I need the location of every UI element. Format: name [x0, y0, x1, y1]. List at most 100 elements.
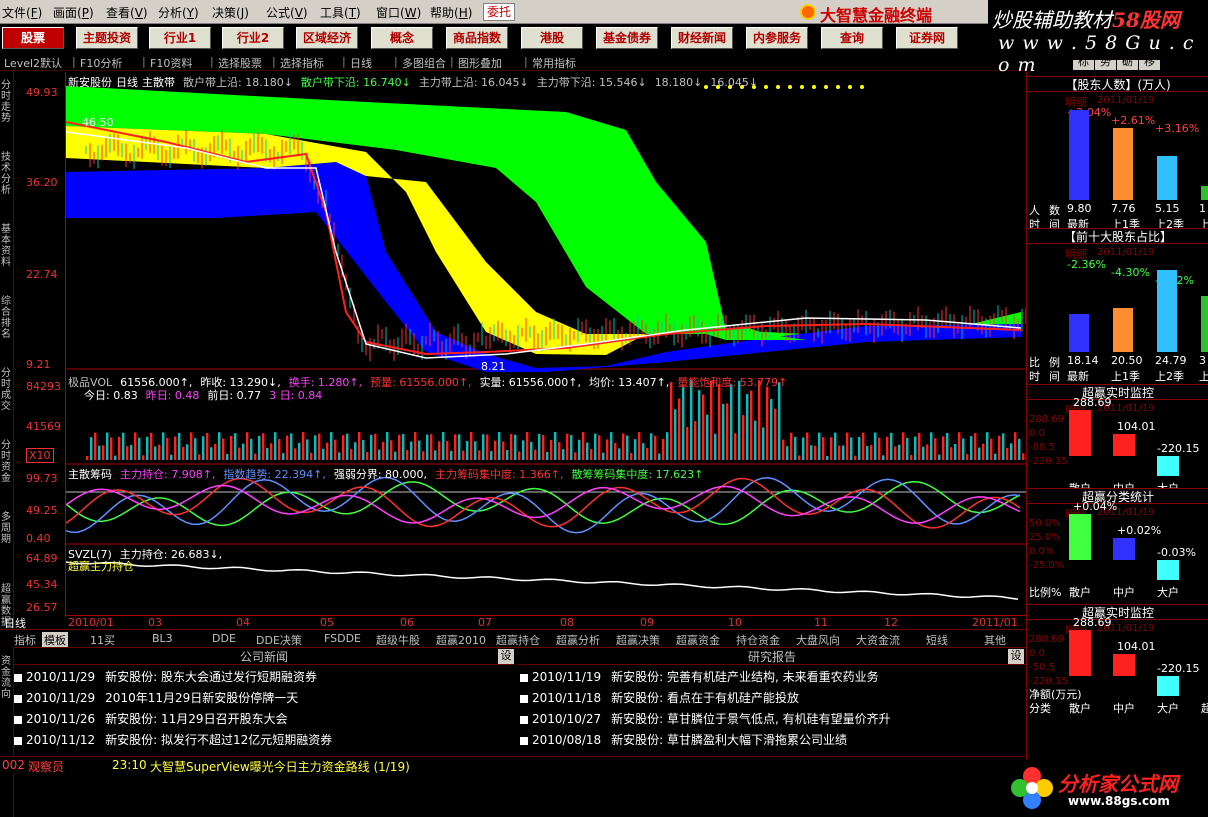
bottom-tab-9[interactable]: 超赢持仓 — [496, 632, 540, 648]
research-row[interactable]: 2010/10/27 新安股份: 草甘膦位于景气低点, 有机硅有望量价齐升 — [520, 710, 891, 727]
nav-button-11[interactable]: 查询 — [821, 27, 883, 49]
nav-button-1[interactable]: 主题投资 — [76, 27, 138, 49]
side-bar-value: 3 — [1199, 354, 1206, 367]
nav-button-3[interactable]: 行业2 — [222, 27, 284, 49]
left-tab-8[interactable]: 资金流向 — [1, 656, 13, 700]
side-row-label: 时 — [1029, 370, 1040, 383]
left-tab-0[interactable]: 分时走势 — [1, 80, 13, 124]
research-row[interactable]: 2010/11/19 新安股份: 完善有机硅产业结构, 未来看重农药业务 — [520, 668, 879, 685]
chart-area[interactable]: 新安股份 日线 主散带 散户带上沿: 18.180↓ 散户带下沿: 16.740↓ 主力带… — [66, 72, 1026, 617]
side-row-label: 比例% — [1029, 586, 1062, 599]
menu-item-2[interactable]: 查看(V) — [106, 4, 148, 21]
weituo-button[interactable]: 委托 — [483, 3, 515, 21]
side-row-label: 间 — [1049, 370, 1060, 383]
bottom-tab-1[interactable]: 模板 — [42, 632, 68, 648]
nav-button-4[interactable]: 区域经济 — [296, 27, 358, 49]
period-label[interactable]: 日线 — [0, 615, 66, 630]
bottom-tab-0[interactable]: 指标 — [14, 632, 36, 648]
bottom-tab-10[interactable]: 超赢分析 — [556, 632, 600, 648]
y-label-svzl: 64.89 — [26, 552, 58, 565]
bottom-tab-12[interactable]: 超赢资金 — [676, 632, 720, 648]
status-ticker[interactable]: 大智慧SuperView曝光今日主力资金路线 (1/19) — [150, 758, 410, 775]
nav-button-7[interactable]: 港股 — [521, 27, 583, 49]
bottom-tab-6[interactable]: FSDDE — [324, 632, 361, 645]
bottom-tab-4[interactable]: DDE — [212, 632, 236, 645]
left-tab-2[interactable]: 基本资料 — [1, 224, 13, 268]
bottom-tab-11[interactable]: 超赢决策 — [616, 632, 660, 648]
menu-item-4[interactable]: 决策(J) — [212, 4, 249, 21]
nav-button-5[interactable]: 概念 — [371, 27, 433, 49]
menu-item-1[interactable]: 画面(P) — [53, 4, 94, 21]
volume-bar — [546, 451, 549, 460]
bottom-tab-17[interactable]: 其他 — [984, 632, 1006, 648]
toolbar-item-6[interactable]: 多图组合 — [402, 55, 446, 71]
toolbar-item-0[interactable]: Level2默认 — [4, 55, 62, 71]
left-tab-1[interactable]: 技术分析 — [1, 152, 13, 196]
toolbar-item-8[interactable]: 常用指标 — [532, 55, 576, 71]
left-tab-6[interactable]: 多周期 — [1, 512, 13, 545]
bottom-tab-3[interactable]: BL3 — [152, 632, 173, 645]
bottom-tab-14[interactable]: 大盘风向 — [796, 632, 840, 648]
nav-button-0[interactable]: 股票 — [2, 27, 64, 49]
left-tab-5[interactable]: 分时资金 — [1, 440, 13, 484]
volume-legend-item: 预量: 61556.000↑, — [370, 376, 472, 389]
bottom-tab-2[interactable]: 11买 — [90, 632, 115, 648]
research-date: 2010/10/27 — [532, 712, 602, 726]
toolbar-item-5[interactable]: 日线 — [350, 55, 372, 71]
company-news-row[interactable]: 2010/11/29 新安股份: 股东大会通过发行短期融资券 — [14, 668, 317, 685]
nav-button-10[interactable]: 内参服务 — [746, 27, 808, 49]
bottom-tab-5[interactable]: DDE决策 — [256, 632, 302, 648]
side-pct: +2.61% — [1111, 114, 1156, 127]
menu-item-8[interactable]: 帮助(H) — [430, 4, 472, 21]
volume-bar — [582, 432, 585, 460]
side-axis-label: 288.69 — [1029, 634, 1064, 645]
volume-bar — [778, 382, 781, 460]
research-row[interactable]: 2010/08/18 新安股份: 草甘膦盈利大幅下滑拖累公司业绩 — [520, 731, 847, 748]
bottom-tab-8[interactable]: 超赢2010 — [436, 632, 486, 648]
menu-item-6[interactable]: 工具(T) — [320, 4, 361, 21]
left-tab-3[interactable]: 综合排名 — [1, 296, 13, 340]
volume-bar — [934, 438, 937, 460]
bottom-tab-16[interactable]: 短线 — [926, 632, 948, 648]
toolbar-item-2[interactable]: F10资料 — [150, 55, 192, 71]
signal-dot — [800, 85, 804, 89]
bottom-tab-7[interactable]: 超级牛股 — [376, 632, 420, 648]
toolbar-item-7[interactable]: 图形叠加 — [458, 55, 502, 71]
volume-bar — [598, 435, 601, 460]
left-tab-4[interactable]: 分时成交 — [1, 368, 13, 412]
toolbar-item-1[interactable]: F10分析 — [80, 55, 122, 71]
chart-svg[interactable] — [66, 72, 1026, 617]
company-news-settings-button[interactable]: 设 — [498, 649, 514, 664]
volume-bar — [174, 436, 177, 460]
company-news-row[interactable]: 2010/11/12 新安股份: 拟发行不超过12亿元短期融资券 — [14, 731, 332, 748]
side-category-label: 大户 — [1157, 586, 1179, 599]
research-settings-button[interactable]: 设 — [1008, 649, 1024, 664]
status-viewer[interactable]: 观察员 — [28, 758, 64, 775]
bottom-tab-15[interactable]: 大资金流 — [856, 632, 900, 648]
y-label-volume: X10 — [26, 448, 54, 463]
side-bar-value: -220.15 — [1157, 662, 1200, 675]
toolbar-item-4[interactable]: 选择指标 — [280, 55, 324, 71]
nav-button-6[interactable]: 商品指数 — [446, 27, 508, 49]
research-row[interactable]: 2010/11/18 新安股份: 看点在于有机硅产能投放 — [520, 689, 799, 706]
side-bar — [1113, 308, 1133, 352]
bottom-tab-13[interactable]: 持仓资金 — [736, 632, 780, 648]
side-category-label: 散户 — [1069, 702, 1091, 715]
side-p5-title: 超赢实时监控 — [1027, 604, 1208, 620]
toolbar-item-3[interactable]: 选择股票 — [218, 55, 262, 71]
company-news-row[interactable]: 2010/11/26 新安股份: 11月29日召开股东大会 — [14, 710, 288, 727]
main-legend: 新安股份 日线 主散带 散户带上沿: 18.180↓ 散户带下沿: 16.740↓ 主力带… — [68, 74, 766, 90]
menu-item-5[interactable]: 公式(V) — [266, 4, 308, 21]
nav-button-8[interactable]: 基金债券 — [596, 27, 658, 49]
company-news-row[interactable]: 2010/11/29 2010年11月29日新安股份停牌一天 — [14, 689, 298, 706]
menu-item-7[interactable]: 窗口(W) — [376, 4, 421, 21]
menu-item-key: Y — [186, 6, 195, 20]
nav-button-12[interactable]: 证券网 — [896, 27, 958, 49]
nav-button-9[interactable]: 财经新闻 — [671, 27, 733, 49]
menu-item-3[interactable]: 分析(Y) — [158, 4, 199, 21]
volume-bar — [622, 433, 625, 460]
menu-item-0[interactable]: 文件(F) — [2, 4, 42, 21]
nav-button-2[interactable]: 行业1 — [149, 27, 211, 49]
volume-bar — [918, 432, 921, 460]
research-text: 新安股份: 草甘膦盈利大幅下滑拖累公司业绩 — [611, 733, 848, 747]
